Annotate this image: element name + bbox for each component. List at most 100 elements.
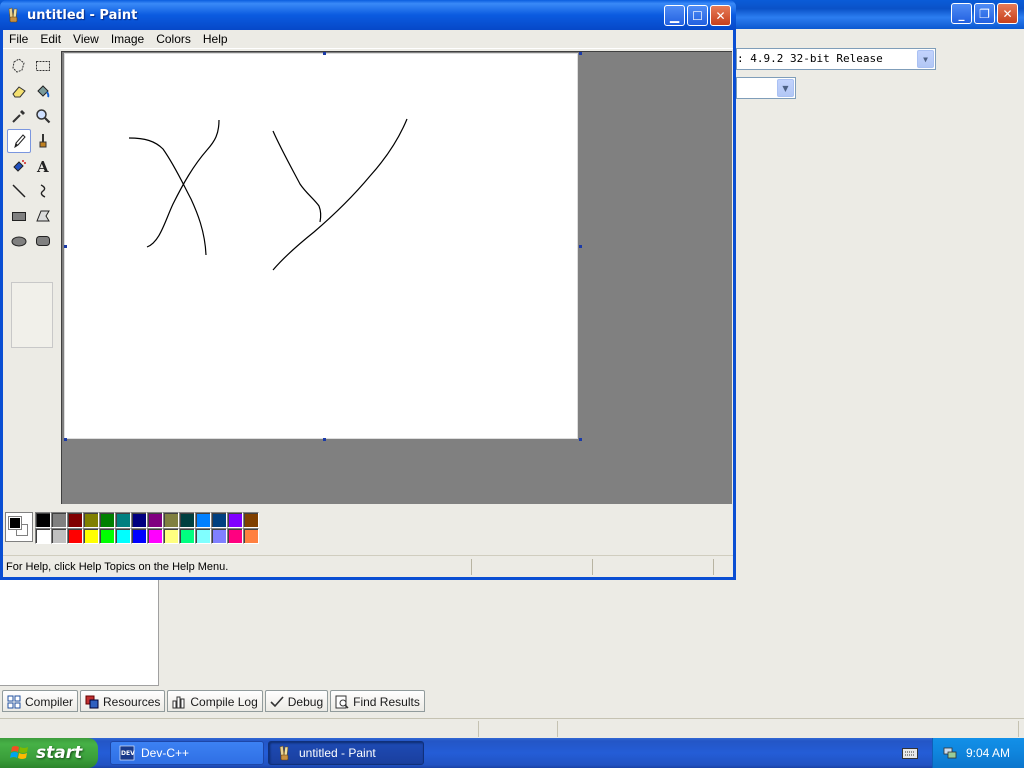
color-swatch[interactable] bbox=[179, 528, 195, 544]
stroke-y-right bbox=[272, 118, 408, 271]
paint-titlebar[interactable]: untitled - Paint ▁ ☐ ✕ bbox=[0, 0, 736, 30]
menu-edit[interactable]: Edit bbox=[34, 30, 67, 49]
menu-colors[interactable]: Colors bbox=[150, 30, 197, 49]
resources-icon bbox=[85, 695, 99, 709]
find-icon bbox=[335, 695, 349, 709]
check-icon bbox=[270, 696, 284, 708]
close-button[interactable]: ✕ bbox=[710, 5, 731, 26]
color-swatch[interactable] bbox=[51, 512, 67, 528]
paint-app-icon bbox=[279, 745, 289, 761]
keyboard-icon[interactable] bbox=[902, 746, 918, 760]
polygon-icon[interactable] bbox=[31, 204, 55, 228]
tab-compiler[interactable]: Compiler bbox=[2, 690, 79, 712]
devcpp-restore-button[interactable]: ❐ bbox=[974, 3, 995, 24]
pick-color-icon[interactable] bbox=[7, 104, 31, 128]
devcpp-close-button[interactable]: ✕ bbox=[997, 3, 1018, 24]
svg-text:DEV: DEV bbox=[121, 750, 135, 757]
resize-handle[interactable] bbox=[323, 52, 326, 55]
color-swatch[interactable] bbox=[131, 528, 147, 544]
brush-icon[interactable] bbox=[31, 129, 55, 153]
menu-image[interactable]: Image bbox=[105, 30, 150, 49]
color-swatch[interactable] bbox=[179, 512, 195, 528]
color-swatch[interactable] bbox=[35, 528, 51, 544]
menu-help[interactable]: Help bbox=[197, 30, 234, 49]
color-swatch[interactable] bbox=[147, 528, 163, 544]
line-icon[interactable] bbox=[7, 179, 31, 203]
color-swatch[interactable] bbox=[163, 528, 179, 544]
resize-handle[interactable] bbox=[64, 245, 67, 248]
rounded-rectangle-icon[interactable] bbox=[31, 229, 55, 253]
color-swatch[interactable] bbox=[99, 528, 115, 544]
devcpp-minimize-button[interactable]: _ bbox=[951, 3, 972, 24]
color-swatch[interactable] bbox=[83, 528, 99, 544]
color-swatch[interactable] bbox=[67, 512, 83, 528]
stroke-y-left bbox=[272, 130, 322, 223]
color-swatch[interactable] bbox=[211, 512, 227, 528]
curve-icon[interactable] bbox=[31, 179, 55, 203]
color-swatch[interactable] bbox=[83, 512, 99, 528]
color-palette bbox=[3, 508, 733, 550]
text-icon[interactable]: A bbox=[31, 154, 55, 178]
color-swatch[interactable] bbox=[115, 512, 131, 528]
color-swatch[interactable] bbox=[195, 528, 211, 544]
project-browser-panel[interactable] bbox=[0, 578, 159, 686]
color-swatch[interactable] bbox=[115, 528, 131, 544]
color-swatch[interactable] bbox=[227, 528, 243, 544]
fill-with-color-icon[interactable] bbox=[31, 79, 55, 103]
toolbox: A bbox=[3, 52, 59, 348]
minimize-button[interactable]: ▁ bbox=[664, 5, 685, 26]
tab-debug[interactable]: Debug bbox=[264, 690, 329, 712]
magnifier-icon[interactable] bbox=[31, 104, 55, 128]
color-swatch[interactable] bbox=[99, 512, 115, 528]
color-swatches bbox=[35, 512, 259, 544]
resize-handle[interactable] bbox=[323, 438, 326, 441]
pencil-icon[interactable] bbox=[7, 129, 31, 153]
tool-options-box[interactable] bbox=[11, 282, 53, 348]
compiler-select[interactable]: : 4.9.2 32-bit Release ▼ bbox=[736, 48, 936, 70]
tab-find-results[interactable]: Find Results bbox=[330, 690, 425, 712]
rectangle-icon[interactable] bbox=[7, 204, 31, 228]
task-button-paint[interactable]: untitled - Paint bbox=[268, 741, 424, 765]
ellipse-icon[interactable] bbox=[7, 229, 31, 253]
color-swatch[interactable] bbox=[227, 512, 243, 528]
tab-resources-label: Resources bbox=[103, 695, 161, 709]
color-swatch[interactable] bbox=[131, 512, 147, 528]
tab-compile-log[interactable]: Compile Log bbox=[167, 690, 263, 712]
maximize-button[interactable]: ☐ bbox=[687, 5, 708, 26]
color-swatch[interactable] bbox=[67, 528, 83, 544]
color-swatch[interactable] bbox=[163, 512, 179, 528]
eraser-icon[interactable] bbox=[7, 79, 31, 103]
chevron-down-icon[interactable]: ▼ bbox=[917, 50, 934, 68]
status-text: For Help, click Help Topics on the Help … bbox=[6, 561, 229, 573]
project-config-select[interactable]: ▼ bbox=[736, 77, 796, 99]
compiler-grid-icon bbox=[7, 695, 21, 709]
chevron-down-icon[interactable]: ▼ bbox=[777, 79, 794, 97]
paint-window-title: untitled - Paint bbox=[27, 8, 138, 23]
resize-handle[interactable] bbox=[579, 438, 582, 441]
clock[interactable]: 9:04 AM bbox=[966, 746, 1010, 760]
free-form-select-icon[interactable] bbox=[7, 54, 31, 78]
task-button-devcpp[interactable]: DEV Dev-C++ bbox=[110, 741, 264, 765]
airbrush-icon[interactable] bbox=[7, 154, 31, 178]
network-icon[interactable] bbox=[942, 745, 958, 761]
color-swatch[interactable] bbox=[147, 512, 163, 528]
color-swatch[interactable] bbox=[211, 528, 227, 544]
menu-file[interactable]: File bbox=[3, 30, 34, 49]
color-swatch[interactable] bbox=[35, 512, 51, 528]
menu-view[interactable]: View bbox=[67, 30, 105, 49]
resize-handle[interactable] bbox=[579, 245, 582, 248]
resize-handle[interactable] bbox=[579, 52, 582, 55]
start-button[interactable]: start bbox=[0, 738, 98, 768]
color-swatch[interactable] bbox=[195, 512, 211, 528]
drawing-canvas[interactable] bbox=[64, 53, 578, 439]
svg-text:A: A bbox=[36, 158, 49, 174]
color-swatch[interactable] bbox=[243, 528, 259, 544]
resize-handle[interactable] bbox=[64, 438, 67, 441]
color-swatch[interactable] bbox=[51, 528, 67, 544]
color-swatch[interactable] bbox=[243, 512, 259, 528]
task-label-paint: untitled - Paint bbox=[299, 746, 376, 760]
select-icon[interactable] bbox=[31, 54, 55, 78]
current-colors bbox=[5, 512, 33, 542]
stroke-x-left bbox=[128, 137, 207, 256]
tab-resources[interactable]: Resources bbox=[80, 690, 166, 712]
